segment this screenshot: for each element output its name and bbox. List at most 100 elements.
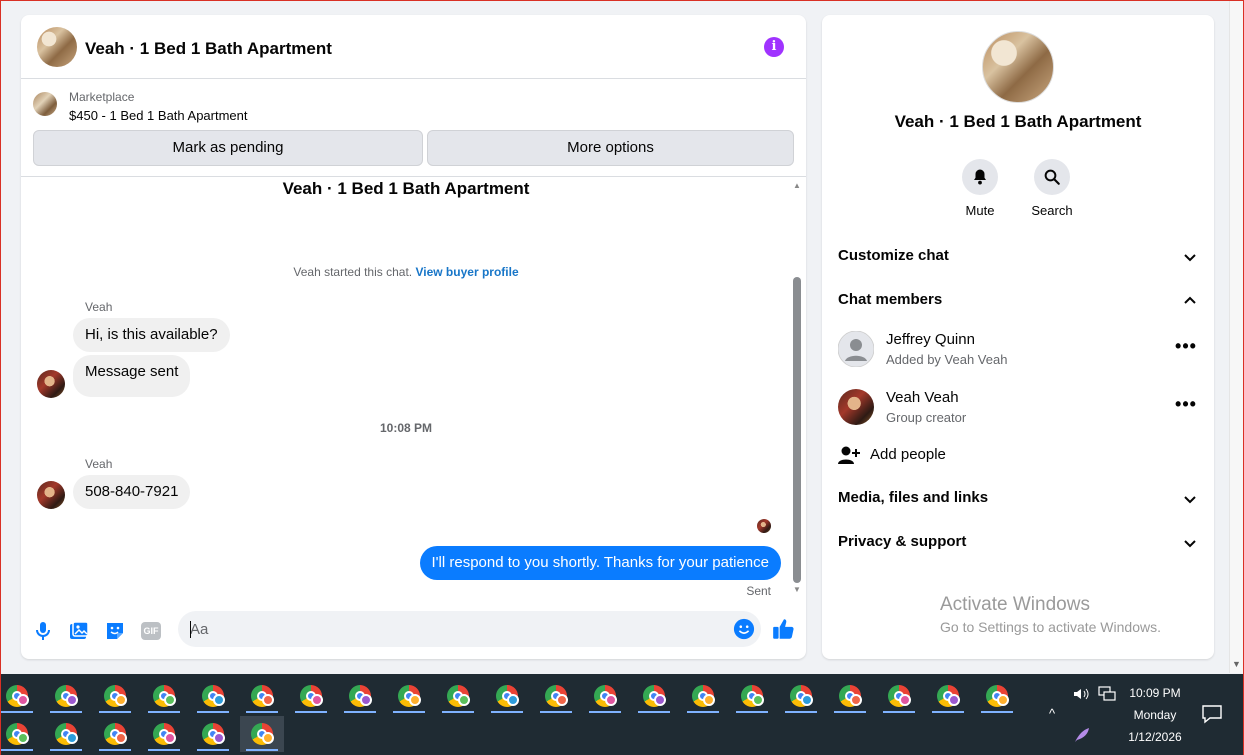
clock-time[interactable]: 10:09 PM <box>1119 686 1191 700</box>
incoming-message[interactable]: 508-840-7921 <box>73 475 191 509</box>
listing-avatar[interactable] <box>37 27 77 67</box>
message-list: Veah · 1 Bed 1 Bath Apartment Veah start… <box>21 176 806 601</box>
section-label: Privacy & support <box>838 533 967 550</box>
sender-name: Veah <box>85 457 113 471</box>
scroll-up-arrow-icon[interactable]: ▲ <box>792 181 802 191</box>
chrome-icon[interactable] <box>387 678 431 714</box>
chat-header: Veah · 1 Bed 1 Bath Apartment i <box>21 15 806 79</box>
chat-name: Veah · 1 Bed 1 Bath Apartment <box>894 112 1142 131</box>
chrome-icon[interactable] <box>877 678 921 714</box>
bell-icon <box>974 169 986 185</box>
more-options-icon[interactable]: ••• <box>1174 395 1198 419</box>
chrome-icon[interactable] <box>93 678 137 714</box>
chrome-icon[interactable] <box>142 716 186 752</box>
clock-date[interactable]: 1/12/2026 <box>1119 730 1191 744</box>
message-scrollbar[interactable]: ▲ ▼ <box>792 181 802 597</box>
windows-taskbar: ^ 10:09 PM Monday 1/12/2026 <box>1 674 1243 755</box>
chevron-down-icon <box>1184 540 1196 548</box>
chrome-icon[interactable] <box>975 678 1019 714</box>
chrome-icon[interactable] <box>240 716 284 752</box>
add-person-icon <box>838 446 860 464</box>
chrome-icon[interactable] <box>0 678 39 714</box>
mute-button[interactable]: Mute <box>950 159 1010 218</box>
media-files-links-section[interactable]: Media, files and links <box>838 489 1198 513</box>
volume-icon[interactable] <box>1073 686 1089 702</box>
chrome-icon[interactable] <box>93 716 137 752</box>
info-icon[interactable]: i <box>764 37 784 57</box>
chrome-icon[interactable] <box>191 678 235 714</box>
mute-label: Mute <box>965 203 995 218</box>
chrome-icon[interactable] <box>632 678 676 714</box>
emoji-icon[interactable] <box>733 618 755 640</box>
listing-thumbnail[interactable] <box>33 92 57 116</box>
section-label: Chat members <box>838 291 943 308</box>
scroll-down-arrow-icon[interactable]: ▼ <box>792 585 802 595</box>
add-people-button[interactable]: Add people <box>838 444 1038 468</box>
chrome-icon[interactable] <box>44 716 88 752</box>
chrome-icon[interactable] <box>828 678 872 714</box>
photo-icon[interactable] <box>67 619 91 643</box>
outgoing-message[interactable]: I'll respond to you shortly. Thanks for … <box>419 546 781 580</box>
feather-icon[interactable] <box>1073 726 1091 744</box>
section-label: Customize chat <box>838 247 949 264</box>
chrome-icon[interactable] <box>681 678 725 714</box>
microphone-icon[interactable] <box>31 619 55 643</box>
chat-started-notice: Veah started this chat. View buyer profi… <box>21 265 791 279</box>
customize-chat-section[interactable]: Customize chat <box>838 247 1198 271</box>
sender-avatar[interactable] <box>37 481 65 509</box>
view-buyer-profile-link[interactable]: View buyer profile <box>415 265 518 279</box>
chrome-icon[interactable] <box>338 678 382 714</box>
listing-avatar-large[interactable] <box>982 31 1054 103</box>
chrome-icon[interactable] <box>583 678 627 714</box>
incoming-message[interactable]: Message sent <box>73 355 191 397</box>
member-name: Jeffrey Quinn <box>886 331 975 348</box>
chat-title[interactable]: Veah · 1 Bed 1 Bath Apartment <box>85 39 332 59</box>
chrome-icon[interactable] <box>191 716 235 752</box>
chrome-icon[interactable] <box>142 678 186 714</box>
page-scrollbar[interactable] <box>1229 1 1243 673</box>
clock-day[interactable]: Monday <box>1119 708 1191 722</box>
show-hidden-icons-icon[interactable]: ^ <box>1049 706 1055 721</box>
add-people-label: Add people <box>870 446 946 463</box>
member-name: Veah Veah <box>886 389 959 406</box>
more-options-button[interactable]: More options <box>427 130 794 166</box>
chat-started-text: Veah started this chat. <box>293 265 413 279</box>
default-avatar-icon <box>838 331 874 367</box>
chrome-icon[interactable] <box>730 678 774 714</box>
sticker-icon[interactable] <box>103 619 127 643</box>
chat-details-panel: Veah · 1 Bed 1 Bath Apartment Mute Searc… <box>822 15 1214 659</box>
gif-label: GIF <box>141 622 161 640</box>
chrome-icon[interactable] <box>44 678 88 714</box>
chrome-icon[interactable] <box>926 678 970 714</box>
chevron-up-icon <box>1184 296 1196 304</box>
listing-title[interactable]: $450 - 1 Bed 1 Bath Apartment <box>69 108 248 123</box>
chrome-icon[interactable] <box>485 678 529 714</box>
privacy-support-section[interactable]: Privacy & support <box>838 533 1198 557</box>
chrome-icon[interactable] <box>289 678 333 714</box>
incoming-message[interactable]: Hi, is this available? <box>73 318 230 352</box>
network-icon[interactable] <box>1098 686 1116 702</box>
member-row[interactable]: Jeffrey Quinn Added by Veah Veah ••• <box>838 331 1198 371</box>
chrome-icon[interactable] <box>0 716 39 752</box>
chrome-icon[interactable] <box>240 678 284 714</box>
chevron-down-icon <box>1184 496 1196 504</box>
notifications-icon[interactable] <box>1201 704 1223 724</box>
more-options-icon[interactable]: ••• <box>1174 337 1198 361</box>
chrome-icon[interactable] <box>779 678 823 714</box>
sender-avatar[interactable] <box>37 370 65 398</box>
marketplace-label: Marketplace <box>69 90 135 104</box>
search-button[interactable]: Search <box>1022 159 1082 218</box>
mark-as-pending-button[interactable]: Mark as pending <box>33 130 423 166</box>
chrome-icon[interactable] <box>436 678 480 714</box>
thumbs-up-icon[interactable] <box>771 616 797 642</box>
scrollbar-thumb[interactable] <box>793 277 801 583</box>
page-scroll-down-arrow-icon[interactable]: ▼ <box>1232 659 1241 669</box>
message-input[interactable] <box>178 611 761 647</box>
search-label: Search <box>1031 203 1073 218</box>
chrome-icon[interactable] <box>534 678 578 714</box>
gif-icon[interactable]: GIF <box>139 619 163 643</box>
member-row[interactable]: Veah Veah Group creator ••• <box>838 389 1198 429</box>
conversation-title: Veah · 1 Bed 1 Bath Apartment <box>282 179 530 198</box>
chat-members-section[interactable]: Chat members <box>838 291 1198 315</box>
sender-name: Veah <box>85 300 113 314</box>
